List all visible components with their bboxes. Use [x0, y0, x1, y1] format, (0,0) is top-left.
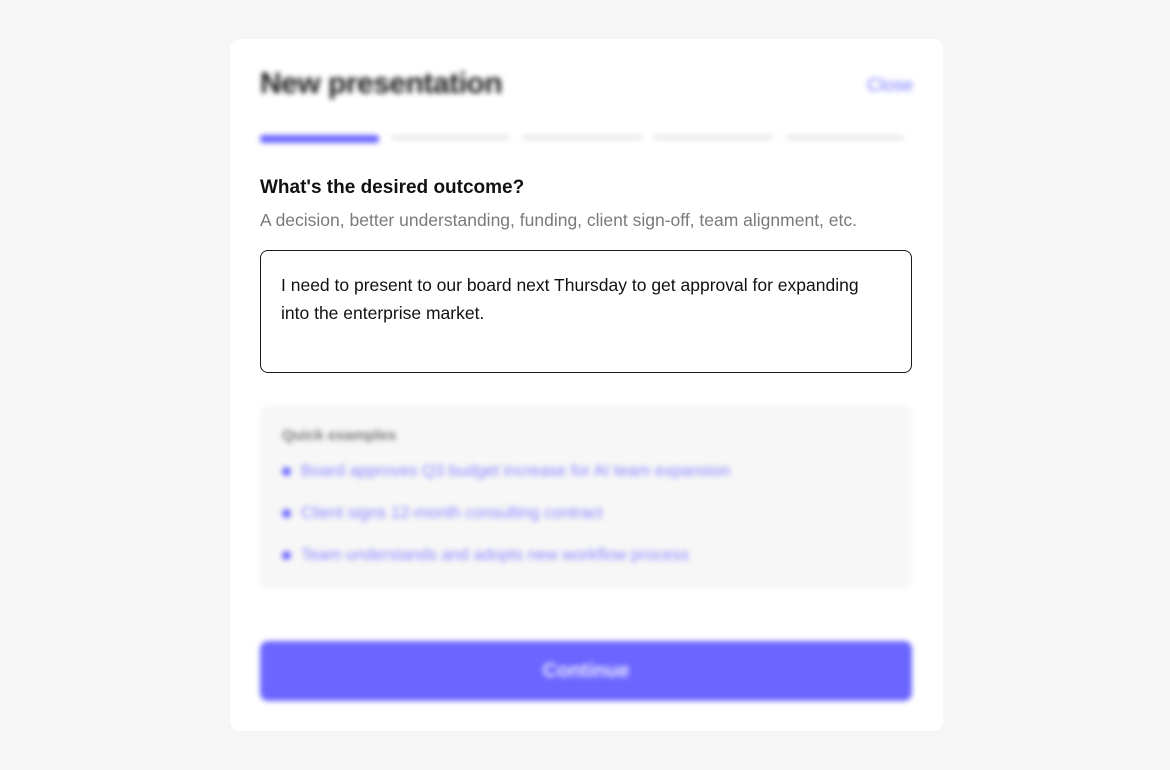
example-text: Board approves Q3 budget increase for AI… — [301, 462, 731, 480]
wizard-card: New presentation Close What's the desire… — [230, 39, 943, 731]
bullet-icon — [282, 467, 291, 476]
progress-step-2 — [391, 135, 511, 140]
progress-step-5 — [784, 135, 905, 140]
example-item[interactable]: Team understands and adopts new workflow… — [282, 546, 890, 565]
close-button[interactable]: Close — [867, 75, 913, 96]
progress-step-1 — [260, 135, 380, 143]
example-text: Team understands and adopts new workflow… — [301, 546, 689, 564]
quick-examples-panel: Quick examples Board approves Q3 budget … — [260, 405, 912, 589]
bullet-icon — [282, 551, 291, 560]
progress-step-3 — [522, 135, 642, 140]
page-title: New presentation — [260, 67, 503, 100]
question-label: What's the desired outcome? — [260, 177, 525, 198]
example-item[interactable]: Client signs 12-month consulting contrac… — [282, 504, 890, 523]
example-item[interactable]: Board approves Q3 budget increase for AI… — [282, 462, 890, 481]
question-hint: A decision, better understanding, fundin… — [260, 210, 857, 230]
quick-examples-title: Quick examples — [282, 427, 397, 444]
step-progress — [260, 135, 905, 143]
bullet-icon — [282, 509, 291, 518]
example-text: Client signs 12-month consulting contrac… — [301, 504, 603, 522]
outcome-textarea[interactable]: I need to present to our board next Thur… — [260, 250, 912, 373]
continue-button[interactable]: Continue — [260, 641, 912, 701]
progress-step-4 — [653, 135, 773, 140]
